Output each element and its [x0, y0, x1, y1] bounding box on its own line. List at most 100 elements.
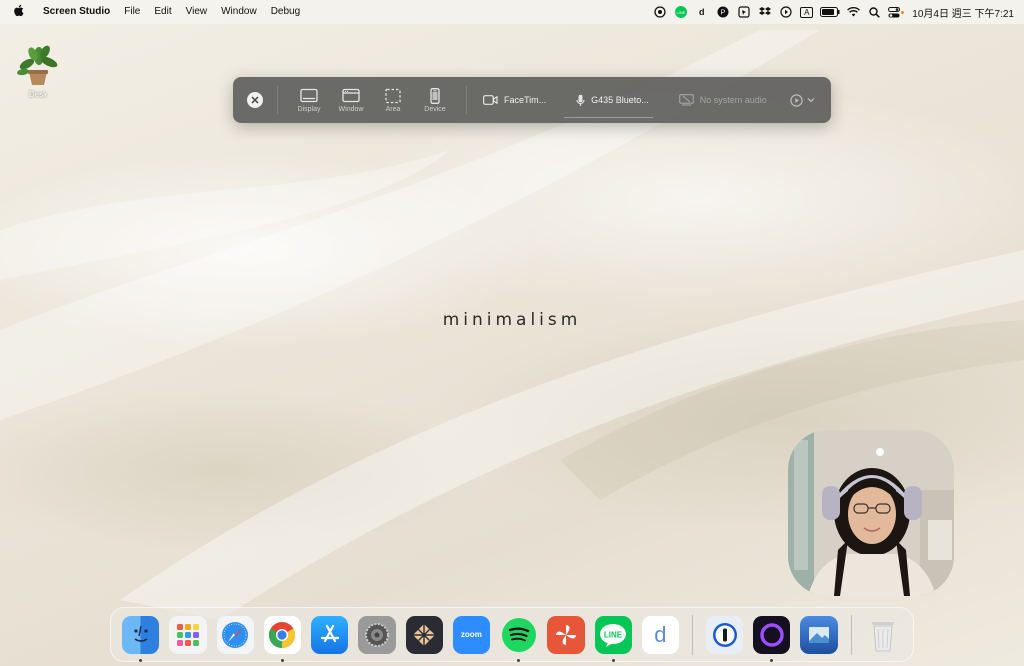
camera-source-label: FaceTim...: [504, 95, 547, 105]
system-audio-label: No system audio: [699, 95, 767, 105]
mode-device-button[interactable]: Device: [414, 87, 456, 113]
dock-app-preview[interactable]: [800, 615, 838, 654]
menu-bar: Screen Studio File Edit View Window Debu…: [0, 0, 1024, 24]
play-icon[interactable]: [777, 4, 794, 21]
menu-edit[interactable]: Edit: [147, 0, 178, 24]
dock-divider: [692, 614, 693, 655]
running-indicator: [611, 658, 615, 662]
menu-debug[interactable]: Debug: [264, 0, 307, 24]
toolbar-divider: [277, 86, 278, 114]
cursor-icon[interactable]: [735, 4, 752, 21]
dropbox-icon[interactable]: [756, 4, 773, 21]
desktop-icon-label: Desk: [28, 90, 48, 99]
play-circle-icon: [790, 93, 803, 107]
safari-icon: [222, 621, 249, 648]
menu-app-name[interactable]: Screen Studio: [36, 0, 117, 24]
device-icon: [430, 87, 440, 104]
line-app-icon: LINE: [600, 623, 627, 647]
video-camera-icon: [483, 95, 498, 105]
dock-app-zoom-label: zoom: [460, 630, 482, 639]
recording-toolbar: ✕ Display Window Area Device FaceTim... …: [233, 77, 831, 123]
wifi-icon[interactable]: [845, 4, 862, 21]
preview-icon: [809, 626, 830, 643]
1password-icon: [712, 622, 737, 647]
mode-window-label: Window: [338, 105, 364, 113]
dock-app-finder[interactable]: [122, 615, 160, 662]
toolbar-divider: [466, 86, 467, 114]
input-a-icon[interactable]: A: [798, 4, 815, 21]
more-options-button[interactable]: [790, 93, 815, 107]
dock-app-system-settings[interactable]: [358, 615, 396, 654]
camera-preview[interactable]: [788, 430, 954, 596]
microphone-source-select[interactable]: G435 Blueto...: [564, 94, 661, 118]
dock-app-chrome[interactable]: [263, 615, 301, 662]
desktop-icon-desk[interactable]: Desk: [14, 42, 62, 99]
dock-app-d-label: d: [654, 621, 667, 647]
chevron-down-icon: [807, 98, 815, 103]
trash-icon: [872, 621, 895, 651]
dock-app-app-store[interactable]: [311, 615, 349, 654]
diamond-grid-icon: [413, 623, 436, 646]
mode-window-button[interactable]: Window: [330, 88, 372, 113]
dock-app-pinwheel[interactable]: [547, 615, 585, 654]
display-icon: [300, 88, 318, 102]
running-indicator: [280, 658, 284, 662]
mode-display-label: Display: [297, 105, 321, 113]
screen-studio-icon: [760, 622, 784, 647]
window-icon: [342, 88, 360, 102]
wallpaper-text: minimalism: [442, 310, 582, 330]
dock-app-screen-studio[interactable]: [753, 615, 791, 662]
spotify-icon: [501, 617, 536, 652]
mode-area-button[interactable]: Area: [372, 88, 414, 113]
svg-text:LINE: LINE: [676, 10, 685, 15]
dock-app-line[interactable]: LINE: [594, 615, 632, 662]
menu-clock[interactable]: 10月4日 週三 下午7:21: [908, 5, 1014, 20]
webcam-person-image: [788, 430, 954, 596]
dock: zoom LINE d: [110, 607, 914, 662]
running-indicator: [517, 658, 520, 662]
dock-app-zoom[interactable]: zoom: [452, 615, 490, 654]
dock-app-1password[interactable]: [705, 615, 744, 654]
menu-file[interactable]: File: [117, 0, 147, 24]
dock-app-safari[interactable]: [216, 615, 254, 654]
menu-view[interactable]: View: [179, 0, 215, 24]
dock-app-d[interactable]: d: [641, 615, 679, 654]
battery-icon[interactable]: [819, 4, 841, 21]
dock-app-spotify[interactable]: [500, 616, 537, 662]
system-audio-select[interactable]: No system audio: [667, 94, 779, 106]
finder-icon: [134, 625, 148, 642]
svg-text:P: P: [720, 10, 725, 17]
microphone-level-meter: [564, 116, 653, 118]
dock-app-trash[interactable]: [865, 616, 902, 654]
launchpad-icon: [176, 623, 199, 646]
pocket-icon[interactable]: P: [714, 4, 731, 21]
running-indicator: [770, 658, 774, 662]
app-store-icon: [320, 624, 339, 642]
mode-display-button[interactable]: Display: [288, 88, 330, 113]
privacy-icon[interactable]: [651, 4, 668, 21]
input-label: A: [800, 6, 814, 18]
line-icon[interactable]: LINE: [672, 4, 689, 21]
dock-app-notchmeister[interactable]: [405, 615, 443, 654]
notification-dot: [900, 10, 904, 14]
microphone-source-label: G435 Blueto...: [591, 95, 649, 105]
dock-app-launchpad[interactable]: [169, 615, 207, 654]
control-center-icon[interactable]: [887, 4, 904, 21]
camera-source-select[interactable]: FaceTim...: [471, 95, 558, 105]
dock-divider: [850, 614, 852, 655]
gear-icon: [364, 622, 389, 647]
mode-area-label: Area: [385, 105, 401, 113]
mode-device-label: Device: [424, 105, 446, 113]
running-indicator: [139, 658, 142, 662]
svg-text:LINE: LINE: [604, 630, 623, 639]
area-icon: [385, 88, 401, 103]
chrome-icon: [269, 621, 296, 648]
d-icon[interactable]: d: [693, 4, 710, 21]
menu-window[interactable]: Window: [214, 0, 264, 24]
apple-icon[interactable]: [0, 4, 36, 20]
close-button[interactable]: ✕: [247, 92, 263, 108]
search-icon[interactable]: [866, 4, 883, 21]
speaker-off-icon: [678, 94, 694, 106]
microphone-icon: [576, 94, 585, 106]
plant-icon: [15, 42, 61, 88]
